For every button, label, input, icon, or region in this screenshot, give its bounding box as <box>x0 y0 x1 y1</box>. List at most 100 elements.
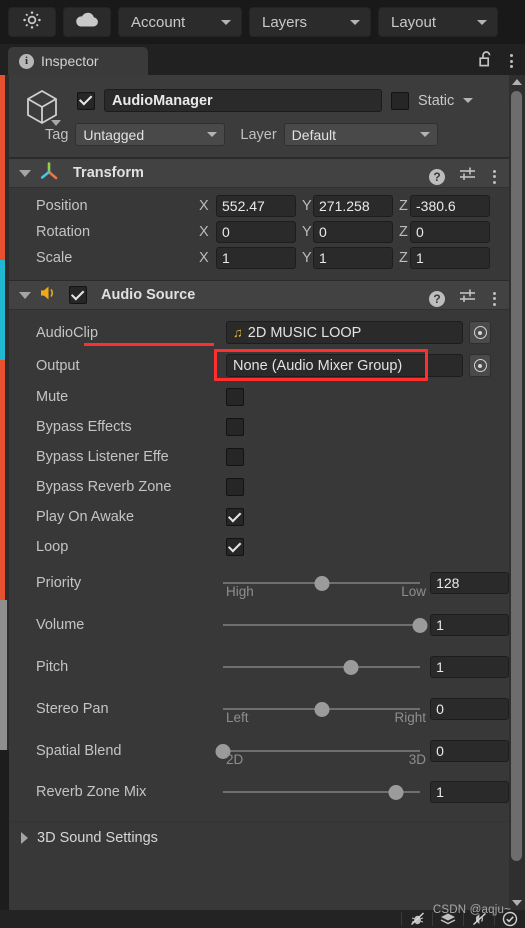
static-checkbox[interactable] <box>391 91 409 110</box>
stereo-pan-min-label: Left <box>226 710 249 725</box>
audioclip-object-field[interactable]: ♫ 2D MUSIC LOOP <box>226 321 463 344</box>
output-value: None (Audio Mixer Group) <box>233 357 403 374</box>
axis-z-label: Z <box>399 224 408 240</box>
axis-x-label: X <box>199 224 209 240</box>
position-vector: X 552.47 Y 271.258 Z -380.6 <box>199 195 490 217</box>
pitch-slider[interactable] <box>223 657 421 677</box>
audiosource-enabled-checkbox[interactable] <box>69 286 87 304</box>
annotation-underline <box>84 343 214 346</box>
reverb-zone-mix-row: Reverb Zone Mix 1 <box>9 772 509 812</box>
kebab-menu-icon[interactable] <box>490 290 499 308</box>
gameobject-name-input[interactable]: AudioManager <box>104 89 382 112</box>
static-label: Static <box>418 92 455 109</box>
transform-component-header[interactable]: Transform ? <box>9 158 509 188</box>
volume-slider[interactable] <box>223 615 428 635</box>
target-icon <box>473 326 487 339</box>
bypass-effects-checkbox[interactable] <box>226 418 244 436</box>
bypass-listener-effects-checkbox[interactable] <box>226 448 244 466</box>
kebab-menu-icon[interactable] <box>507 52 516 70</box>
audioclip-label: AudioClip <box>36 324 99 341</box>
position-y-input[interactable]: 271.258 <box>313 195 393 217</box>
scale-z-input[interactable]: 1 <box>410 247 490 269</box>
layers-dropdown[interactable]: Layers <box>249 7 371 37</box>
bypass-effects-row: Bypass Effects <box>9 412 509 442</box>
layer-value: Default <box>291 126 337 143</box>
scale-label: Scale <box>36 250 73 266</box>
layer-label: Layer <box>240 126 277 143</box>
layer-dropdown[interactable]: Default <box>283 123 438 146</box>
chevron-down-icon <box>207 132 218 137</box>
volume-label: Volume <box>36 617 85 633</box>
layers-dropdown-label: Layers <box>262 13 308 31</box>
audioclip-object-picker-button[interactable] <box>469 321 491 344</box>
mute-row: Mute <box>9 382 509 412</box>
rotation-x-input[interactable]: 0 <box>216 221 296 243</box>
spatial-blend-min-label: 2D <box>226 752 244 767</box>
stereo-pan-max-label: Right <box>394 710 426 725</box>
3d-sound-settings-label: 3D Sound Settings <box>37 829 158 846</box>
scale-y-input[interactable]: 1 <box>313 247 393 269</box>
help-icon[interactable]: ? <box>429 168 445 185</box>
loop-row: Loop <box>9 532 509 562</box>
preset-settings-icon[interactable] <box>459 288 476 309</box>
priority-input[interactable]: 128 <box>430 572 509 594</box>
gameobject-enabled-checkbox[interactable] <box>77 91 95 110</box>
layout-dropdown[interactable]: Layout <box>378 7 498 37</box>
spatial-blend-max-label: 3D <box>408 752 426 767</box>
scale-x-input[interactable]: 1 <box>216 247 296 269</box>
chevron-down-icon <box>419 132 430 137</box>
output-object-picker-button[interactable] <box>469 354 491 377</box>
preset-settings-icon[interactable] <box>459 166 476 187</box>
spatial-blend-label: Spatial Blend <box>36 743 122 759</box>
stereo-pan-slider-ends: Left Right <box>226 710 426 725</box>
audiosource-body: AudioClip ♫ 2D MUSIC LOOP Output None (A… <box>9 310 509 821</box>
audiosource-component-header[interactable]: Audio Source ? <box>9 280 509 310</box>
transform-foldout-icon[interactable] <box>19 169 31 177</box>
volume-input[interactable]: 1 <box>430 614 509 636</box>
chevron-down-icon <box>477 19 487 25</box>
unlocked-padlock-icon[interactable] <box>479 50 494 72</box>
position-x-input[interactable]: 552.47 <box>216 195 296 217</box>
tag-label: Tag <box>45 126 69 143</box>
cloud-button[interactable] <box>63 7 111 37</box>
axis-x-label: X <box>199 250 209 266</box>
3d-sound-settings-chevron-right-icon[interactable] <box>21 831 28 844</box>
bypass-reverb-zones-row: Bypass Reverb Zone <box>9 472 509 502</box>
mute-checkbox[interactable] <box>226 388 244 406</box>
tab-tools <box>479 50 516 72</box>
axis-y-label: Y <box>302 224 312 240</box>
reverb-zone-mix-input[interactable]: 1 <box>430 781 509 803</box>
help-icon[interactable]: ? <box>429 290 445 307</box>
scroll-down-arrow-icon[interactable] <box>512 900 522 906</box>
bug-off-icon[interactable] <box>406 912 428 926</box>
unity-editor-window: Account Layers Layout i Inspector AudioM… <box>0 0 525 928</box>
stereo-pan-input[interactable]: 0 <box>430 698 509 720</box>
audiosource-foldout-icon[interactable] <box>19 291 31 299</box>
audiosource-header-tools: ? <box>429 288 499 309</box>
rotation-y-input[interactable]: 0 <box>313 221 393 243</box>
3d-sound-settings-foldout[interactable]: 3D Sound Settings <box>9 821 509 853</box>
scroll-up-arrow-icon[interactable] <box>512 79 522 85</box>
scrollbar-thumb[interactable] <box>511 91 522 861</box>
pitch-input[interactable]: 1 <box>430 656 509 678</box>
loop-checkbox[interactable] <box>226 538 244 556</box>
account-dropdown[interactable]: Account <box>118 7 242 37</box>
layout-dropdown-label: Layout <box>391 13 437 31</box>
reverb-zone-mix-slider[interactable] <box>223 782 421 802</box>
inspector-tabstrip: i Inspector <box>0 44 525 75</box>
tag-value: Untagged <box>83 126 145 143</box>
play-on-awake-row: Play On Awake <box>9 502 509 532</box>
inspector-scrollbar[interactable] <box>509 75 525 910</box>
spatial-blend-input[interactable]: 0 <box>430 740 509 762</box>
tag-dropdown[interactable]: Untagged <box>75 123 226 146</box>
output-label: Output <box>36 357 80 374</box>
output-object-field[interactable]: None (Audio Mixer Group) <box>226 354 463 377</box>
position-z-input[interactable]: -380.6 <box>410 195 490 217</box>
tab-inspector[interactable]: i Inspector <box>8 47 148 75</box>
kebab-menu-icon[interactable] <box>490 168 499 186</box>
play-on-awake-checkbox[interactable] <box>226 508 244 526</box>
unity-effects-button[interactable] <box>8 7 56 37</box>
bypass-reverb-zones-checkbox[interactable] <box>226 478 244 496</box>
static-chevron-down-icon[interactable] <box>463 98 474 103</box>
rotation-z-input[interactable]: 0 <box>410 221 490 243</box>
